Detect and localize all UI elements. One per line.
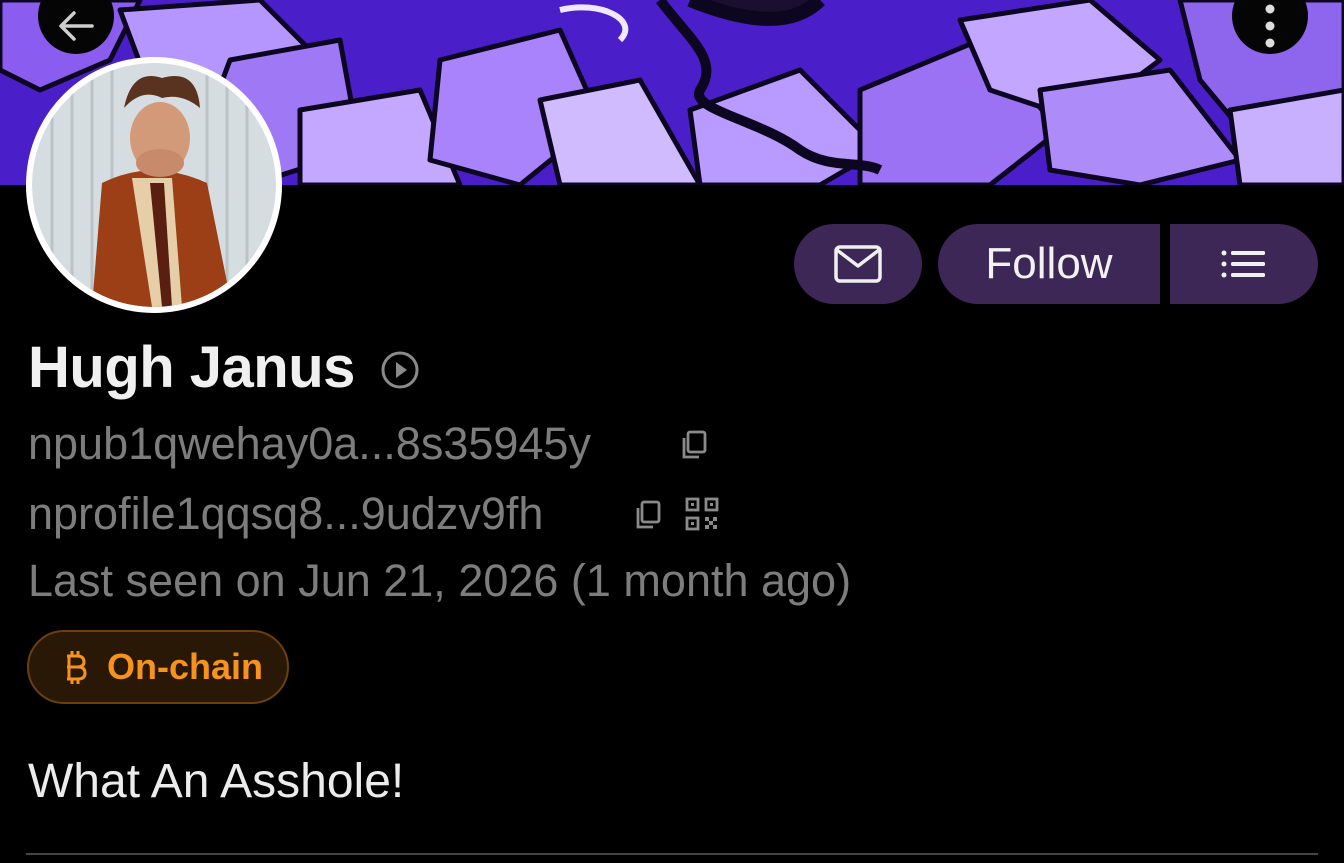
qr-code-icon[interactable] <box>685 497 719 531</box>
last-seen-text: Last seen on Jun 21, 2026 (1 month ago) <box>28 555 852 606</box>
profile-name: Hugh Janus <box>28 335 355 400</box>
list-button[interactable] <box>1170 224 1318 304</box>
profile-avatar[interactable] <box>26 57 282 313</box>
follow-button[interactable]: Follow <box>938 224 1160 304</box>
message-button[interactable] <box>794 224 922 304</box>
envelope-icon <box>834 245 882 283</box>
badge-label: On-chain <box>107 646 264 687</box>
bitcoin-icon <box>67 651 87 684</box>
copy-npub-icon[interactable] <box>680 430 708 460</box>
arrow-left-icon <box>59 11 94 41</box>
nprofile-text: nprofile1qqsq8...9udzv9fh <box>28 488 544 539</box>
profile-about: What An Asshole! <box>28 755 405 808</box>
more-vertical-icon <box>1265 4 1275 48</box>
play-circle-icon <box>381 351 419 389</box>
divider <box>26 853 1318 855</box>
list-icon <box>1221 250 1265 278</box>
copy-nprofile-icon[interactable] <box>634 500 662 530</box>
npub-text: npub1qwehay0a...8s35945y <box>28 418 591 469</box>
avatar-image <box>32 63 276 307</box>
on-chain-badge[interactable]: On-chain <box>27 630 289 704</box>
follow-label: Follow <box>985 239 1113 288</box>
